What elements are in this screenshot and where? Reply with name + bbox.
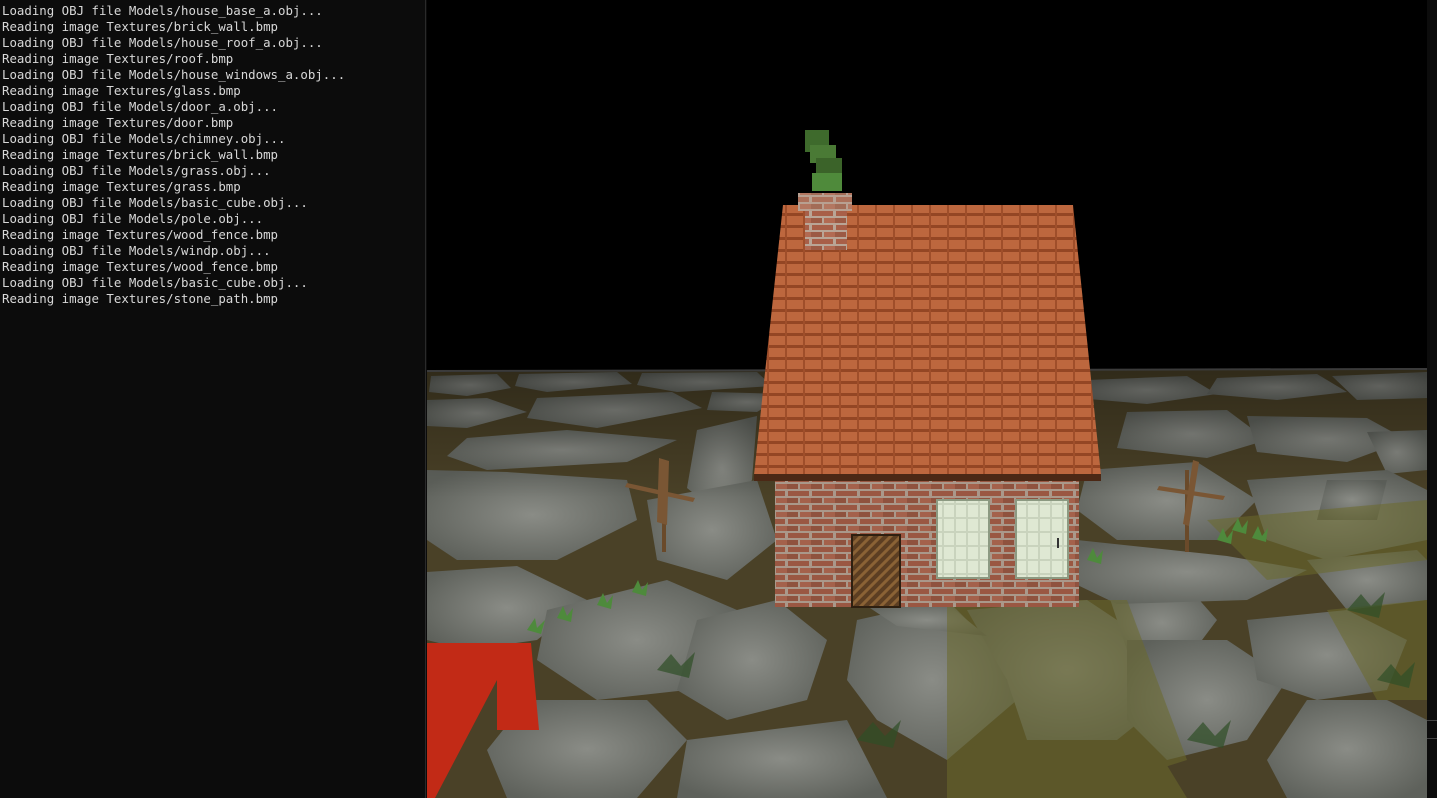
console-line: Loading OBJ file Models/grass.obj... bbox=[2, 163, 271, 178]
console-line: Loading OBJ file Models/house_windows_a.… bbox=[2, 67, 346, 82]
console-line: Loading OBJ file Models/house_base_a.obj… bbox=[2, 3, 323, 18]
console-line: Reading image Textures/glass.bmp bbox=[2, 83, 241, 98]
console-line: Loading OBJ file Models/pole.obj... bbox=[2, 211, 264, 226]
console-line: Reading image Textures/door.bmp bbox=[2, 115, 234, 130]
render-viewport[interactable] bbox=[427, 0, 1427, 798]
house-window-left bbox=[936, 499, 990, 579]
right-edge-strip bbox=[1427, 0, 1437, 798]
console-line: Loading OBJ file Models/basic_cube.obj..… bbox=[2, 275, 308, 290]
edge-tick bbox=[1427, 720, 1437, 721]
scene bbox=[427, 130, 1427, 798]
console-line: Loading OBJ file Models/chimney.obj... bbox=[2, 131, 286, 146]
console-line: Reading image Textures/roof.bmp bbox=[2, 51, 234, 66]
console-line: Loading OBJ file Models/basic_cube.obj..… bbox=[2, 195, 308, 210]
console-line: Reading image Textures/brick_wall.bmp bbox=[2, 147, 279, 162]
chimney-smoke bbox=[805, 130, 842, 191]
console-line: Reading image Textures/wood_fence.bmp bbox=[2, 227, 279, 242]
desktop-window: Loading OBJ file Models/house_base_a.obj… bbox=[0, 0, 1437, 798]
console-line: Reading image Textures/grass.bmp bbox=[2, 179, 241, 194]
console-line: Loading OBJ file Models/windp.obj... bbox=[2, 243, 271, 258]
house-window-right bbox=[1015, 499, 1069, 579]
console-line: Reading image Textures/wood_fence.bmp bbox=[2, 259, 279, 274]
chimney bbox=[798, 193, 852, 250]
console-line: Reading image Textures/brick_wall.bmp bbox=[2, 19, 279, 34]
console-output: Loading OBJ file Models/house_base_a.obj… bbox=[0, 0, 426, 798]
console-line: Loading OBJ file Models/house_roof_a.obj… bbox=[2, 35, 323, 50]
edge-tick bbox=[1427, 738, 1437, 739]
console-line: Loading OBJ file Models/door_a.obj... bbox=[2, 99, 279, 114]
console-line: Reading image Textures/stone_path.bmp bbox=[2, 291, 279, 306]
house-door bbox=[851, 534, 901, 608]
brick-house bbox=[754, 130, 1101, 608]
